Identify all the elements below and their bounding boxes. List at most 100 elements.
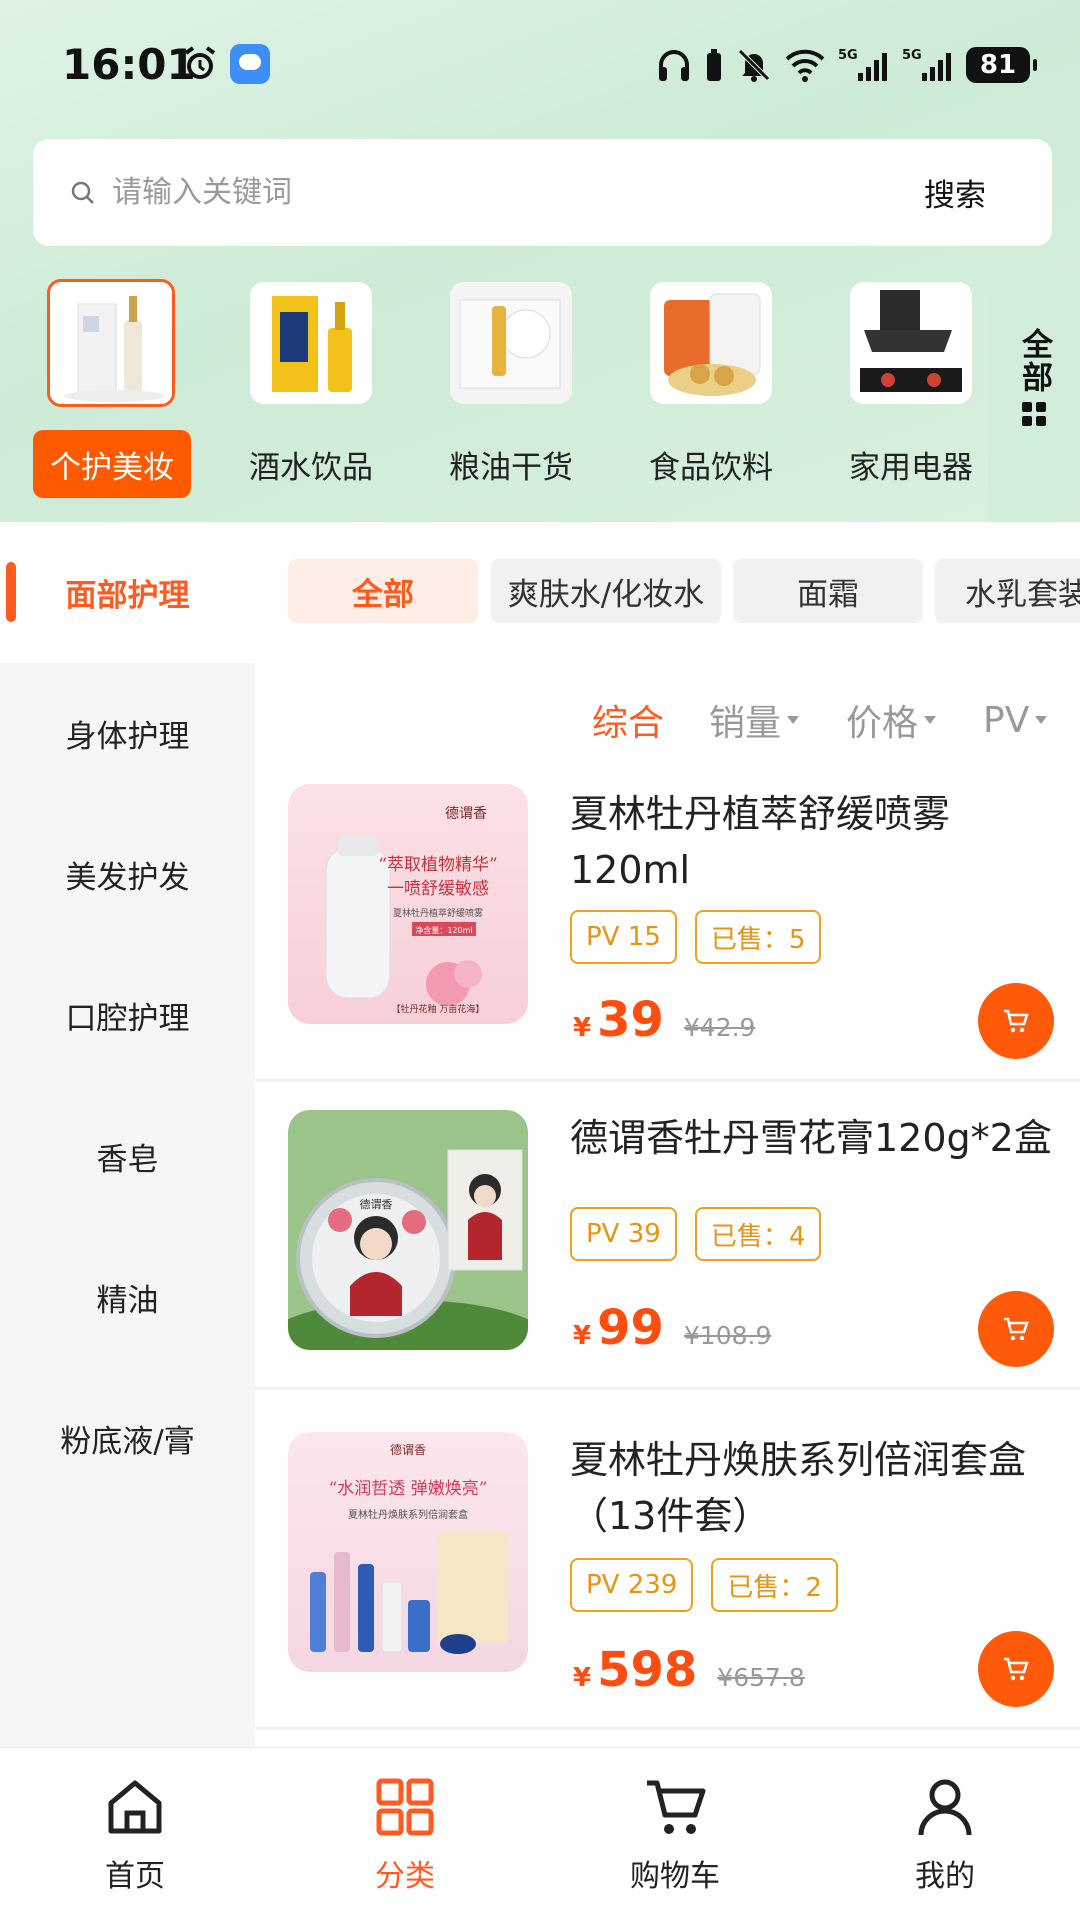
caret-down-icon [1035, 716, 1048, 724]
currency-symbol: ¥ [573, 1321, 592, 1351]
add-to-cart-button[interactable] [978, 1631, 1054, 1707]
category-appliances[interactable]: 家用电器 [800, 270, 988, 510]
category-label: 家用电器 [849, 449, 973, 486]
sold-tag: 已售：5 [694, 910, 822, 964]
status-time: 16:01 [62, 40, 196, 89]
sort-label: PV [983, 699, 1030, 741]
nav-cart[interactable]: 购物车 [540, 1748, 810, 1920]
product-image: 德谓香 [288, 1110, 528, 1350]
sidebar-item-essential-oil[interactable]: 精油 [0, 1227, 255, 1368]
pv-tag: PV 239 [570, 1558, 694, 1612]
sort-bar: 综合 销量 价格 PV [255, 662, 1080, 772]
nav-home[interactable]: 首页 [0, 1748, 270, 1920]
product-list-panel: 全部 爽肤水/化妆水 面霜 水乳套装 综合 销量 价格 PV 德谓香 “萃取植物… [255, 522, 1080, 1747]
caret-down-icon [924, 716, 937, 724]
alarm-icon [184, 46, 216, 79]
sidebar-item-face-care[interactable]: 面部护理 [0, 522, 255, 663]
sidebar-item-label: 面部护理 [65, 578, 190, 614]
category-label: 粮油干货 [449, 449, 573, 486]
sidebar-item-body-care[interactable]: 身体护理 [0, 663, 255, 804]
bluetooth-battery-icon [707, 49, 721, 81]
tab-toner[interactable]: 爽肤水/化妆水 [491, 559, 721, 623]
network-label-1: 5G [838, 48, 858, 63]
product-tags: PV 15 已售：5 [570, 910, 822, 964]
product-image: 德谓香 “水润哲透 弹嫩焕亮” 夏林牡丹焕肤系列倍润套盒 [288, 1432, 528, 1672]
add-to-cart-button[interactable] [978, 1291, 1054, 1367]
product-card[interactable]: 德谓香 “萃取植物精华” 一喷舒缓敏感 夏林牡丹植萃舒缓喷雾 净含量：120ml… [255, 772, 1080, 1082]
price-row: ¥ 598 ¥657.8 [573, 1642, 805, 1698]
search-icon [71, 181, 94, 204]
category-thumb [450, 282, 572, 404]
nav-category[interactable]: 分类 [270, 1748, 540, 1920]
sort-pv[interactable]: PV [983, 692, 1048, 748]
pv-tag: PV 39 [570, 1207, 677, 1261]
sold-tag: 已售：2 [711, 1558, 838, 1612]
sort-sales[interactable]: 销量 [709, 692, 800, 748]
product-tags: PV 39 已售：4 [570, 1207, 822, 1261]
wifi-icon [785, 49, 825, 82]
price-row: ¥ 39 ¥42.9 [573, 992, 755, 1048]
bottom-navigation: 首页 分类 购物车 我的 [0, 1747, 1080, 1920]
svg-text:净含量：120ml: 净含量：120ml [415, 925, 472, 935]
product-card[interactable]: 德谓香 “水润哲透 弹嫩焕亮” 夏林牡丹焕肤系列倍润套盒 夏林牡丹焕肤系列倍润套… [255, 1390, 1080, 1730]
sidebar-item-label: 精油 [96, 1283, 159, 1319]
category-label: 个护美妆 [33, 430, 191, 498]
svg-text:一喷舒缓敏感: 一喷舒缓敏感 [387, 879, 489, 899]
sidebar-item-label: 香皂 [96, 1142, 159, 1178]
category-label: 酒水饮品 [249, 449, 373, 486]
sidebar-item-hair-care[interactable]: 美发护发 [0, 804, 255, 945]
sidebar-item-label: 口腔护理 [65, 1001, 190, 1037]
svg-text:夏林牡丹植萃舒缓喷雾: 夏林牡丹植萃舒缓喷雾 [393, 907, 483, 919]
caret-down-icon [787, 716, 800, 724]
product-name: 德谓香牡丹雪花膏120g*2盒 [570, 1116, 1052, 1160]
nav-label: 首页 [105, 1859, 165, 1894]
price: 39 [597, 992, 664, 1048]
category-personal-care[interactable]: 个护美妆 [0, 270, 200, 510]
category-label: 食品饮料 [649, 449, 773, 486]
network-label-2: 5G [902, 48, 922, 63]
svg-text:德谓香: 德谓香 [445, 806, 487, 822]
sidebar-item-label: 粉底液/膏 [60, 1424, 195, 1460]
all-categories-label: 全部 [1016, 328, 1052, 394]
sidebar-item-soap[interactable]: 香皂 [0, 1086, 255, 1227]
sort-price[interactable]: 价格 [846, 692, 937, 748]
original-price: ¥657.8 [717, 1663, 805, 1692]
battery-level: 81 [979, 50, 1017, 80]
category-thumb [47, 279, 175, 407]
nav-profile[interactable]: 我的 [810, 1748, 1080, 1920]
tab-cream[interactable]: 面霜 [733, 559, 923, 623]
svg-text:【牡丹花釉 万亩花海】: 【牡丹花釉 万亩花海】 [392, 1003, 485, 1015]
search-input[interactable] [112, 162, 872, 222]
message-notification-icon [230, 44, 270, 84]
nav-label: 分类 [375, 1859, 435, 1894]
category-grain-oil[interactable]: 粮油干货 [400, 270, 600, 510]
sidebar-item-label: 身体护理 [65, 719, 190, 755]
sort-label: 综合 [592, 703, 665, 744]
grid-icon [376, 1778, 434, 1836]
category-drinks[interactable]: 酒水饮品 [200, 270, 400, 510]
svg-text:德谓香: 德谓香 [360, 1197, 393, 1211]
product-card[interactable]: 德谓香 德谓香牡丹雪花膏120g*2盒 PV 39 已售：4 ¥ 99 ¥108… [255, 1082, 1080, 1390]
subcategory-sidebar: 面部护理 身体护理 美发护发 口腔护理 香皂 精油 粉底液/膏 [0, 522, 255, 1747]
product-image: 德谓香 “萃取植物精华” 一喷舒缓敏感 夏林牡丹植萃舒缓喷雾 净含量：120ml… [288, 784, 528, 1024]
cart-icon [647, 1780, 706, 1834]
cart-icon [1004, 1657, 1029, 1681]
sidebar-item-foundation[interactable]: 粉底液/膏 [0, 1368, 255, 1509]
sort-label: 价格 [846, 703, 919, 744]
sort-comprehensive[interactable]: 综合 [592, 692, 664, 748]
add-to-cart-button[interactable] [978, 983, 1054, 1059]
sidebar-item-oral-care[interactable]: 口腔护理 [0, 945, 255, 1086]
category-food-beverage[interactable]: 食品饮料 [600, 270, 800, 510]
system-icons: 5G 5G 81 [656, 44, 1037, 86]
all-categories-button[interactable]: 全部 [988, 270, 1080, 522]
svg-text:“萃取植物精华”: “萃取植物精华” [378, 855, 497, 875]
search-button[interactable]: 搜索 [900, 162, 1010, 222]
tab-all[interactable]: 全部 [288, 559, 478, 623]
mute-icon [738, 49, 770, 82]
pv-tag: PV 15 [570, 910, 677, 964]
original-price: ¥42.9 [683, 1013, 756, 1042]
product-tags: PV 239 已售：2 [570, 1558, 838, 1612]
tab-lotion-set[interactable]: 水乳套装 [935, 559, 1080, 623]
battery-indicator: 81 [966, 47, 1037, 83]
cart-icon [1004, 1009, 1029, 1033]
